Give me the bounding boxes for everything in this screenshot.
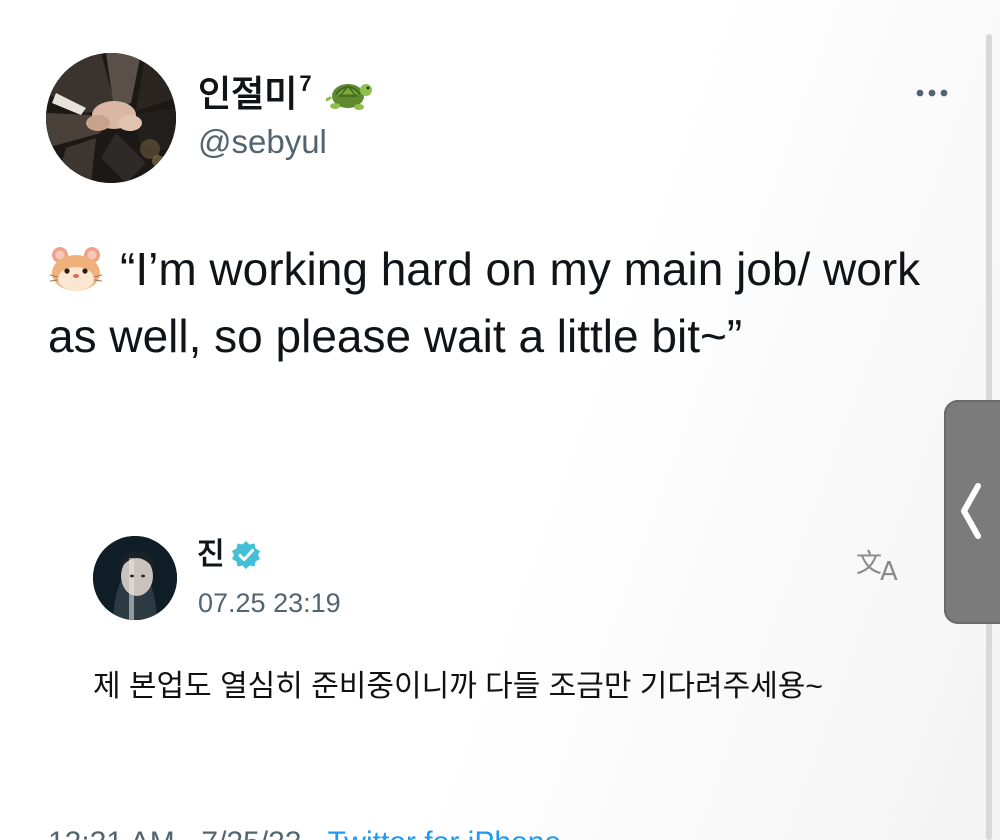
quoted-author-name-text: 진 xyxy=(197,538,225,571)
svg-text:A: A xyxy=(880,557,898,584)
quoted-post-date: 07.25 23:19 xyxy=(198,588,341,618)
author-display-name[interactable]: 인절미 7 xyxy=(198,71,372,116)
tweet-source-link[interactable]: Twitter for iPhone xyxy=(328,826,561,840)
hamster-icon xyxy=(48,244,104,292)
quoted-post-text: 제 본업도 열심히 준비중이니까 다들 조금만 기다려주세용~ xyxy=(93,670,823,703)
tweet-screenshot: 인절미 7 @sebyul “I’m working hard on my ma… xyxy=(0,0,1000,840)
more-dots-icon[interactable] xyxy=(914,86,950,100)
avatar-portrait-image xyxy=(93,536,177,620)
chevron-left-icon xyxy=(961,483,981,539)
author-name-text: 인절미 xyxy=(198,73,298,114)
turtle-icon xyxy=(324,74,372,114)
author-handle[interactable]: @sebyul xyxy=(198,122,327,162)
tweet-body: “I’m working hard on my main job/ work a… xyxy=(48,236,948,370)
tweet-meta: 12:31 AM · 7/25/23 · Twitter for iPhone xyxy=(48,826,561,840)
translate-icon[interactable]: 文 A xyxy=(856,544,908,587)
author-avatar[interactable] xyxy=(46,53,176,183)
side-panel-handle[interactable] xyxy=(944,400,1000,624)
verified-badge-icon xyxy=(231,540,261,570)
author-name-superscript: 7 xyxy=(299,71,312,96)
tweet-timestamp: 12:31 AM · 7/25/23 · xyxy=(48,826,328,840)
avatar-hands-image xyxy=(46,53,176,183)
tweet-text: “I’m working hard on my main job/ work a… xyxy=(48,243,921,362)
svg-text:文: 文 xyxy=(856,549,882,579)
quoted-author-avatar[interactable] xyxy=(93,536,177,620)
quoted-author-name[interactable]: 진 xyxy=(197,535,261,575)
